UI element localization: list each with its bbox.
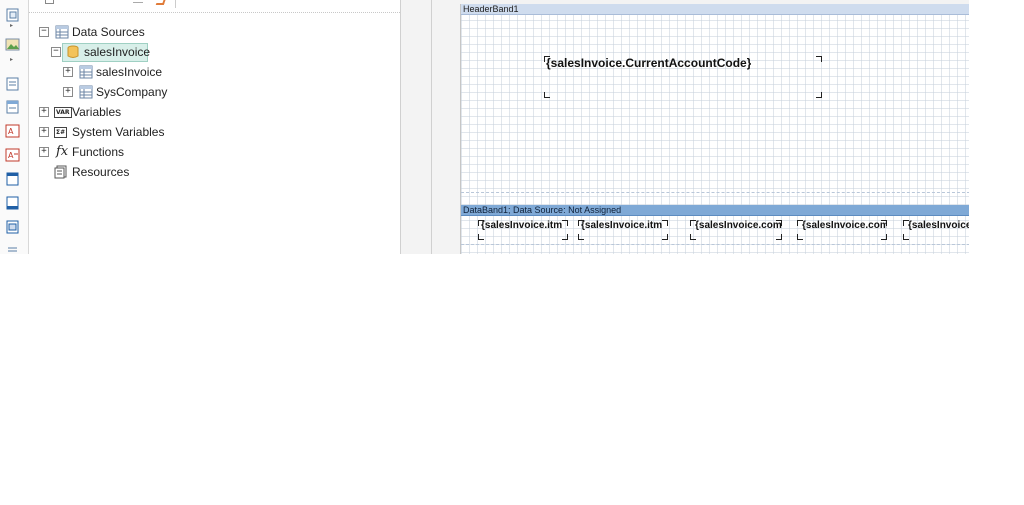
dictionary-toolbar [29,0,400,13]
toolbar-separator [175,0,176,8]
band-divider [461,192,969,193]
data-cell[interactable]: {salesInvoice.com [690,218,782,240]
page-header-band-icon[interactable] [5,100,21,114]
subreport-icon[interactable] [5,8,21,22]
edit-icon[interactable] [133,0,143,3]
report-page[interactable]: HeaderBand1 {salesInvoice.CurrentAccount… [460,4,969,254]
data-cell-text: {salesInvoice.itm [481,220,563,231]
image-icon[interactable] [5,38,21,52]
group-footer-band-icon[interactable] [5,196,21,210]
expand-arrow-icon[interactable]: ▸ [10,57,13,63]
database-icon [67,45,79,58]
data-cell-text: {salesInvoice [908,220,969,231]
tree-item-salesinvoice-table[interactable]: + salesInvoice [63,63,263,81]
tree-item-label: System Variables [72,125,165,139]
band-divider [461,244,969,245]
expand-icon[interactable]: + [39,107,49,117]
tree-item-salesinvoice-source[interactable]: − salesInvoice [51,43,251,62]
table-icon [79,85,93,99]
selection-corner [816,56,822,62]
tree-item-label: Resources [72,165,130,179]
tree-item-label: salesInvoice [96,65,163,79]
data-band-title[interactable]: DataBand1; Data Source: Not Assigned [461,205,969,216]
data-cell[interactable]: {salesInvoice.itm [578,218,668,240]
data-cell-text: {salesInvoice.com [695,220,782,231]
variables-icon: VAR [54,107,72,118]
expand-icon[interactable]: + [39,127,49,137]
report-designer: ▸ ▸ A A − Data Sources − salesInvoice + … [0,0,969,254]
header-textbox[interactable]: {salesInvoice.CurrentAccountCode} [544,56,822,98]
system-variables-icon: Σ# [54,127,68,138]
tree-item-label: Functions [72,145,125,159]
expand-icon[interactable]: + [63,87,73,97]
tree-item-label: Data Sources [72,25,145,39]
cross-band-icon[interactable] [5,244,21,254]
tree-item-data-sources[interactable]: − Data Sources [39,23,239,41]
checkbox-icon[interactable] [45,0,54,4]
expand-icon[interactable]: + [39,147,49,157]
tree-item-system-variables[interactable]: + Σ# System Variables [39,123,239,141]
report-title-band-icon[interactable] [5,77,21,91]
table-icon [55,25,69,39]
collapse-icon[interactable]: − [51,47,61,57]
data-cell[interactable]: {salesInvoice [903,218,969,240]
dictionary-panel: − Data Sources − salesInvoice + salesInv… [29,0,401,254]
data-cell[interactable]: {salesInvoice.com [797,218,887,240]
svg-text:A: A [8,127,14,136]
header-band-title[interactable]: HeaderBand1 [461,4,969,15]
svg-text:A: A [8,151,14,160]
tree-item-variables[interactable]: + VAR Variables [39,103,239,121]
selection-corner [544,92,550,98]
resources-icon [54,165,67,179]
rich-text-component-icon[interactable]: A [5,148,21,162]
components-toolbar: ▸ ▸ A A [0,0,29,254]
group-header-band-icon[interactable] [5,172,21,186]
tree-item-label: SysCompany [96,85,168,99]
expand-icon[interactable]: + [63,67,73,77]
panel-splitter[interactable] [401,0,432,254]
data-cell-text: {salesInvoice.com [802,220,887,231]
collapse-icon[interactable]: − [39,27,49,37]
text-component-icon[interactable]: A [5,124,21,138]
data-cell[interactable]: {salesInvoice.itm [478,218,568,240]
table-icon [79,65,93,79]
function-icon: fx [56,144,69,159]
data-band-icon[interactable] [5,220,21,234]
selection-corner [816,92,822,98]
tree-item-resources[interactable]: Resources [39,163,239,181]
tree-item-label: Variables [72,105,122,119]
expand-arrow-icon[interactable]: ▸ [10,23,13,29]
tree-item-functions[interactable]: + fx Functions [39,143,239,161]
textbox-expression: {salesInvoice.CurrentAccountCode} [546,56,752,70]
data-cell-text: {salesInvoice.itm [581,220,663,231]
tree-item-label: salesInvoice [84,45,151,59]
delete-icon[interactable] [155,0,167,5]
tree-item-syscompany[interactable]: + SysCompany [63,83,263,101]
